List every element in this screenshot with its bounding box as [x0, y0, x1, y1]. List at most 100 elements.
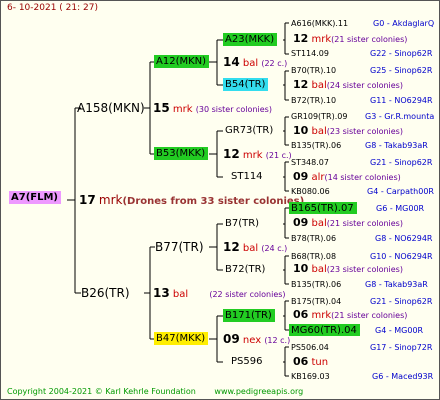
g4-code: G8 - NO6294R	[375, 234, 433, 243]
g3-gr73-info: 10 bal(23 sister colonies)	[293, 125, 403, 138]
dam-sisters: (22 sister colonies)	[209, 290, 286, 299]
sire-name[interactable]: A158(MKN)	[77, 101, 145, 115]
root-sisters: (Drones from 33 sister colonies)	[122, 196, 305, 207]
sire-dam-info: 12 mrk (21 c.)	[223, 148, 292, 162]
g3-a23-sisters: (21 sister colonies)	[331, 35, 408, 44]
g4-row[interactable]: A616(MKK).11	[291, 18, 348, 30]
g4-name: ST114.09	[291, 49, 329, 58]
g4-code: G22 - Sinop62R	[370, 49, 433, 58]
sire-dam-num: 12	[223, 147, 240, 161]
dam-sire-info: 12 bal (24 c.)	[223, 241, 287, 255]
g4-row[interactable]: B68(TR).08	[291, 251, 336, 263]
sire-sire-race: bal	[242, 58, 259, 69]
g3-gr73-race: bal	[311, 126, 327, 137]
g3-b171-sisters: (21 sister colonies)	[331, 311, 408, 320]
g4-code: G4 - Carpath00R	[367, 187, 434, 196]
g3-b7-sisters: (21 sister colonies)	[326, 219, 403, 228]
g4-row[interactable]: B70(TR).10	[291, 65, 336, 77]
g4-code: G8 - Takab93aR	[365, 141, 428, 150]
g4-code: G21 - Sinop62R	[370, 158, 433, 167]
g3-b7-info: 09 bal(21 sister colonies)	[293, 217, 403, 230]
sire-sire-sisters: (22 c.)	[261, 59, 288, 68]
dam-sire-num: 12	[223, 240, 240, 254]
g4-name: KB080.06	[291, 187, 330, 196]
g4-row[interactable]: MG60(TR).04	[289, 324, 360, 336]
dam-info: 13 bal (22 sister colonies)	[153, 287, 286, 301]
g4-row[interactable]: B135(TR).06	[291, 279, 341, 291]
g3-ps596-info: 06 tun	[293, 356, 328, 369]
dam-num: 13	[153, 286, 170, 300]
dam-dam-name[interactable]: B47(MKK)	[154, 332, 209, 345]
g3-b7-race: bal	[311, 218, 327, 229]
copyright-text: Copyright 2004-2021 © Karl Kehrle Founda…	[7, 387, 196, 396]
g4-name: GR109(TR).09	[291, 112, 348, 121]
g4-name: B68(TR).08	[291, 252, 337, 261]
root-race: mrk	[98, 193, 123, 207]
g4-code: G6 - Maced93R	[372, 372, 434, 381]
sire-num: 15	[153, 101, 170, 115]
g3-b54-race: bal	[311, 80, 327, 91]
root-info: 17 mrk(Drones from 33 sister colonies)	[79, 193, 304, 208]
g4-row[interactable]: PS506.04	[291, 342, 329, 354]
g4-code: G17 - Sinop72R	[370, 343, 433, 352]
g4-row[interactable]: B135(TR).06	[291, 140, 341, 152]
g3-a23-name[interactable]: A23(MKK)	[223, 33, 278, 46]
g4-row[interactable]: B165(TR).07	[289, 202, 357, 214]
sire-dam-name[interactable]: B53(MKK)	[154, 147, 209, 160]
g3-a23-num: 12	[293, 32, 309, 45]
g4-row[interactable]: KB080.06	[291, 186, 330, 198]
g3-b7-num: 09	[293, 216, 309, 229]
g4-name: ST348.07	[291, 158, 329, 167]
g3-b54-sisters: (24 sister colonies)	[326, 81, 403, 90]
g3-gr73-num: 10	[293, 124, 309, 137]
sire-sire-num: 14	[223, 55, 240, 69]
sire-info: 15 mrk (30 sister colonies)	[153, 102, 272, 116]
g4-name: KB169.03	[291, 372, 330, 381]
g3-st114-info: 09 alr(14 sister colonies)	[293, 171, 401, 184]
g4-row[interactable]: B72(TR).10	[291, 95, 336, 107]
g4-name: A616(MKK).11	[291, 19, 349, 28]
g3-ps596-name[interactable]: PS596	[231, 356, 262, 368]
g3-b7-name[interactable]: B7(TR)	[225, 218, 259, 230]
g4-code: G4 - MG00R	[375, 326, 424, 335]
g3-gr73-name[interactable]: GR73(TR)	[225, 125, 273, 137]
sire-sisters: (30 sister colonies)	[195, 105, 272, 114]
g3-a23-info: 12 mrk(21 sister colonies)	[293, 33, 407, 46]
g3-b72-name[interactable]: B72(TR)	[225, 264, 265, 276]
g3-b171-name[interactable]: B171(TR)	[223, 309, 275, 322]
root-num: 17	[79, 193, 96, 207]
pedigree-frame: 6- 10-2021 ( 21: 27) A7(FLM) 17 mrk(Dron…	[0, 0, 440, 400]
g3-st114-num: 09	[293, 170, 309, 183]
dam-sire-name[interactable]: B77(TR)	[155, 240, 204, 254]
g3-b171-race: mrk	[311, 310, 332, 321]
g3-st114-sisters: (14 sister colonies)	[324, 173, 401, 182]
g4-row[interactable]: ST114.09	[291, 48, 329, 60]
g4-name: B70(TR).10	[291, 66, 337, 75]
g3-st114-race: alr	[311, 172, 325, 183]
g4-row[interactable]: ST348.07	[291, 157, 329, 169]
sire-sire-name[interactable]: A12(MKN)	[154, 55, 210, 68]
g3-st114-name[interactable]: ST114	[231, 171, 263, 183]
sire-dam-race: mrk	[242, 150, 263, 161]
g4-name: B175(TR).04	[291, 297, 342, 306]
timestamp: 6- 10-2021 ( 21: 27)	[7, 3, 98, 13]
g3-b72-sisters: (23 sister colonies)	[326, 265, 403, 274]
g3-b54-name[interactable]: B54(TR)	[223, 78, 269, 91]
g4-row[interactable]: KB169.03	[291, 371, 330, 383]
g4-row[interactable]: B175(TR).04	[291, 296, 341, 308]
dam-name[interactable]: B26(TR)	[81, 286, 130, 300]
g4-code: G6 - MG00R	[376, 204, 425, 213]
root-queen[interactable]: A7(FLM)	[9, 191, 61, 204]
g3-b54-num: 12	[293, 78, 309, 91]
dam-sire-race: bal	[242, 243, 259, 254]
g4-row[interactable]: GR109(TR).09	[291, 111, 347, 123]
dam-dam-info: 09 nex (12 c.)	[223, 333, 290, 347]
g4-code: G8 - Takab93aR	[365, 280, 428, 289]
sire-race: mrk	[172, 104, 193, 115]
g3-gr73-sisters: (23 sister colonies)	[326, 127, 403, 136]
g4-code: G21 - Sinop62R	[370, 297, 433, 306]
g3-b72-num: 10	[293, 262, 309, 275]
footer: Copyright 2004-2021 © Karl Kehrle Founda…	[7, 387, 319, 396]
site-link[interactable]: www.pedigreeapis.org	[214, 387, 303, 396]
g4-row[interactable]: B78(TR).06	[291, 233, 336, 245]
